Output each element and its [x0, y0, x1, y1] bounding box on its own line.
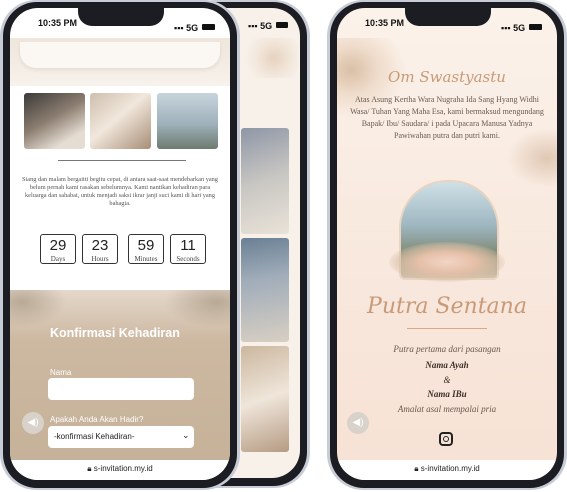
palm-leaf-decoration — [160, 290, 230, 330]
gallery-photo — [241, 128, 289, 234]
battery-icon — [202, 24, 216, 31]
name-underline — [407, 328, 487, 329]
attendance-selected-value: -konfirmasi Kehadiran- — [54, 432, 135, 441]
network-label: 5G — [513, 23, 526, 33]
signal-icon: ▪▪▪ — [174, 23, 187, 33]
countdown-hours: 23 Hours — [82, 234, 118, 264]
battery-icon — [529, 24, 543, 31]
couple-photo-1 — [24, 93, 85, 149]
groom-origin: Amalat asal mempalai pria — [397, 404, 497, 414]
middle-status-bar: ▪▪▪ 5G — [248, 16, 289, 34]
status-indicators: ▪▪▪ 5G — [501, 18, 543, 36]
notch — [405, 8, 491, 26]
url-text: s-invitation.my.id — [420, 464, 480, 473]
couple-photo-3 — [157, 93, 218, 149]
mother-name: Nama IBu — [427, 389, 467, 399]
divider — [58, 160, 186, 161]
countdown-days: 29 Days — [40, 234, 76, 264]
url-text: s-invitation.my.id — [93, 464, 153, 473]
notch — [78, 8, 164, 26]
status-indicators: ▪▪▪ 5G — [174, 18, 216, 36]
floral-decoration — [238, 38, 298, 78]
greeting-heading: Om Swastyastu — [388, 68, 506, 86]
status-time: 10:35 PM — [38, 18, 78, 28]
invitation-paragraph: Atas Asung Kertha Wara Nugraha Ida Sang … — [350, 95, 544, 140]
parents-intro: Putra pertama dari pasangan — [393, 344, 501, 354]
ampersand: & — [443, 375, 451, 385]
battery-icon — [276, 22, 289, 29]
network-label: 5G — [260, 21, 273, 31]
chevron-down-icon: ⌄ — [182, 430, 190, 440]
countdown-seconds: 11 Seconds — [170, 234, 206, 264]
palm-leaf-decoration — [10, 290, 70, 330]
speaker-icon: ◀) — [352, 417, 364, 428]
sound-toggle-button[interactable]: ◀) — [347, 412, 369, 434]
sound-toggle-button[interactable]: ◀) — [22, 412, 44, 434]
name-label: Nama — [50, 368, 72, 377]
signal-icon: ▪▪▪ — [248, 21, 261, 31]
attend-label: Apakah Anda Akan Hadir? — [50, 415, 144, 424]
gallery-photo — [241, 346, 289, 452]
browser-url-bar[interactable]: 🔒︎ s-invitation.my.id — [337, 460, 557, 480]
couple-photo-2 — [90, 93, 151, 149]
attendance-select[interactable]: -konfirmasi Kehadiran- ⌄ — [48, 426, 194, 448]
left-phone-screen: 10:35 PM ▪▪▪ 5G Siang dan malam bergaitt… — [10, 8, 230, 480]
status-time: 10:35 PM — [365, 18, 405, 28]
lock-icon: 🔒︎ — [414, 464, 419, 473]
lock-icon: 🔒︎ — [87, 464, 92, 473]
name-input[interactable] — [48, 378, 194, 400]
flower-bouquet-decoration — [389, 242, 505, 282]
groom-name: Putra Sentana — [367, 294, 527, 319]
instagram-icon[interactable] — [439, 432, 453, 446]
right-phone-screen: 10:35 PM ▪▪▪ 5G Om Swastyastu Atas Asung… — [337, 8, 557, 480]
floral-banner — [10, 38, 230, 86]
intro-paragraph: Siang dan malam bergaitti begitu cepat, … — [22, 176, 218, 207]
browser-url-bar[interactable]: 🔒︎ s-invitation.my.id — [10, 460, 230, 480]
network-label: 5G — [186, 23, 199, 33]
gallery-photo — [241, 238, 289, 342]
rsvp-title: Konfirmasi Kehadiran — [50, 326, 180, 340]
speaker-icon: ◀) — [27, 417, 39, 428]
countdown-minutes: 59 Minutes — [128, 234, 164, 264]
father-name: Nama Ayah — [425, 360, 469, 370]
signal-icon: ▪▪▪ — [501, 23, 514, 33]
